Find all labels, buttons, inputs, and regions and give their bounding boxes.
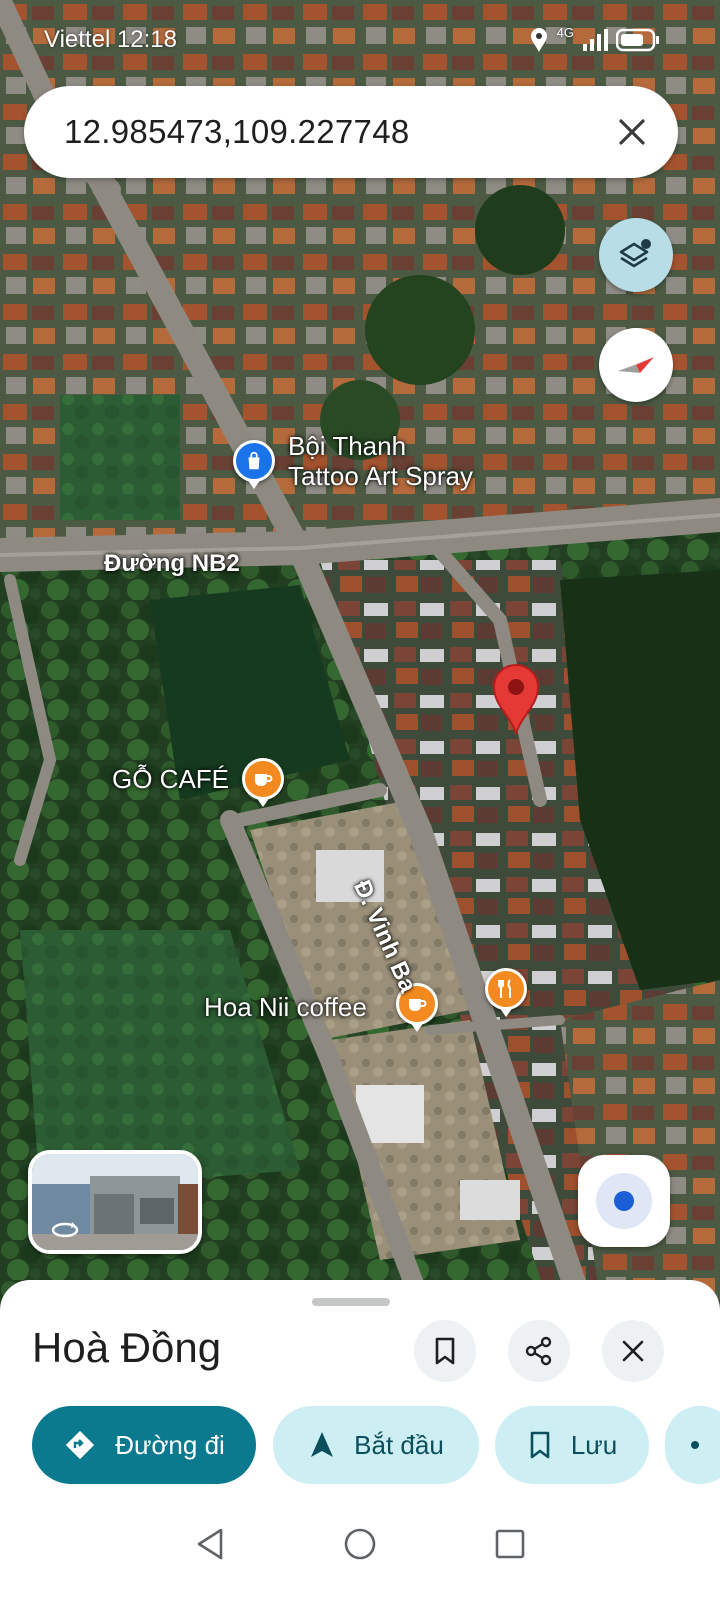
poi-label-go-cafe[interactable]: GỖ CAFÉ (112, 764, 229, 795)
status-icons: 4G (529, 24, 660, 53)
signal-icon (583, 29, 608, 51)
restaurant-poi-marker[interactable] (485, 968, 527, 1010)
layers-icon (619, 239, 651, 268)
restaurant-icon (498, 979, 511, 998)
search-query[interactable]: 12.985473,109.227748 (64, 113, 608, 151)
status-bar: Viettel 12:18 4G (44, 22, 660, 58)
system-nav-bar (0, 1480, 720, 1608)
nav-recents-button[interactable] (487, 1521, 533, 1567)
compass-button[interactable] (599, 328, 673, 402)
bookmark-icon (435, 1337, 455, 1365)
poi-name-line1: Bội Thanh (288, 431, 407, 461)
street-view-thumbnail[interactable] (28, 1150, 202, 1254)
directions-button[interactable]: Đường đi (32, 1406, 256, 1484)
battery-icon (616, 28, 659, 52)
road-label-nb2: Đường NB2 (104, 550, 240, 577)
share-button[interactable] (508, 1320, 570, 1382)
close-sheet-button[interactable] (602, 1320, 664, 1382)
more-dots-icon (691, 1441, 699, 1449)
my-location-button[interactable] (578, 1155, 670, 1247)
directions-icon (66, 1430, 95, 1460)
compass-icon (618, 357, 654, 373)
back-triangle-icon (197, 1528, 223, 1560)
save-button[interactable]: Lưu (495, 1406, 649, 1484)
close-icon (619, 119, 645, 145)
navigation-arrow-icon (311, 1432, 334, 1457)
dropped-pin-icon[interactable] (490, 663, 542, 735)
more-actions-button[interactable] (665, 1406, 720, 1484)
satellite-map[interactable]: Bội Thanh Tattoo Art Spray GỖ CAFÉ Hoa N… (0, 0, 720, 1340)
shop-poi-marker[interactable] (233, 440, 275, 482)
directions-label: Đường đi (115, 1429, 225, 1460)
cafe-poi-marker[interactable] (242, 758, 284, 800)
home-circle-icon (344, 1528, 376, 1560)
start-label: Bắt đầu (354, 1429, 444, 1460)
screen: Bội Thanh Tattoo Art Spray GỖ CAFÉ Hoa N… (0, 0, 720, 1608)
place-title: Hoà Đồng (32, 1324, 222, 1371)
save-label: Lưu (570, 1429, 618, 1460)
recents-square-icon (495, 1529, 525, 1559)
save-bookmark-button[interactable] (414, 1320, 476, 1382)
my-location-icon (596, 1173, 652, 1229)
clear-search-button[interactable] (608, 108, 656, 156)
coffee-cup-icon (255, 774, 273, 786)
map-layers-button[interactable] (599, 218, 673, 292)
nav-back-button[interactable] (187, 1521, 233, 1567)
bookmark-icon (530, 1431, 550, 1459)
location-dot (614, 1191, 634, 1211)
close-icon (622, 1340, 644, 1362)
poi-label-tattoo[interactable]: Bội Thanh Tattoo Art Spray (288, 431, 473, 492)
shopping-bag-icon (248, 451, 260, 470)
location-status-icon (530, 28, 547, 52)
network-type: 4G (556, 24, 574, 40)
nav-home-button[interactable] (337, 1521, 383, 1567)
poi-label-hoa-nii[interactable]: Hoa Nii coffee (204, 992, 367, 1023)
360-rotate-icon (51, 1222, 79, 1238)
coffee-cup-icon (409, 999, 427, 1011)
map-imagery (0, 0, 720, 1340)
search-bar[interactable]: 12.985473,109.227748 (24, 86, 678, 178)
start-button[interactable]: Bắt đầu (273, 1406, 479, 1484)
poi-name-line2: Tattoo Art Spray (288, 460, 473, 491)
sheet-drag-handle[interactable] (312, 1298, 390, 1306)
share-icon (525, 1336, 552, 1366)
carrier-time: Viettel 12:18 (44, 26, 177, 53)
